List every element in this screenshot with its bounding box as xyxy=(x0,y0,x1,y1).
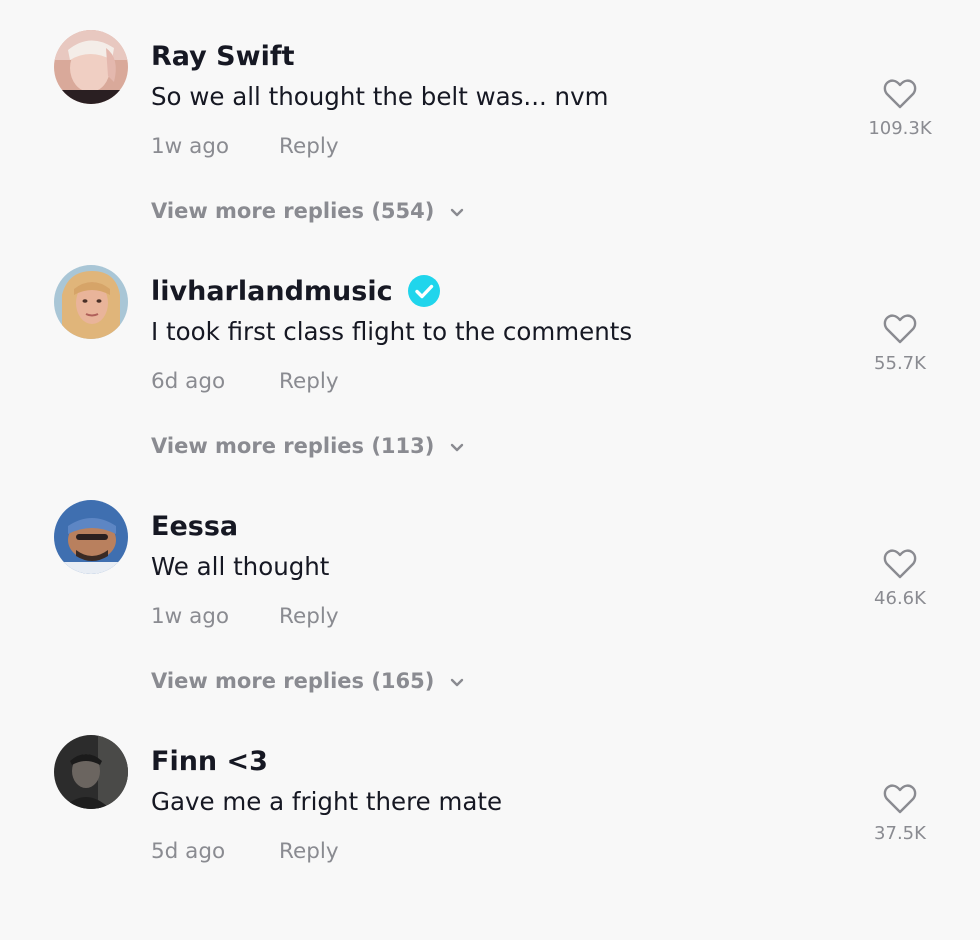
comment-meta: 6d ago Reply xyxy=(151,369,339,394)
username-row: Ray Swift xyxy=(151,38,294,74)
comment-text: So we all thought the belt was... nvm xyxy=(151,82,609,111)
comment-meta: 5d ago Reply xyxy=(151,839,339,864)
verified-badge-icon xyxy=(407,274,441,308)
comment-time: 1w ago xyxy=(151,134,230,159)
like-count: 109.3K xyxy=(868,118,932,139)
heart-outline-icon[interactable] xyxy=(882,311,918,347)
view-more-replies-button[interactable]: View more replies (554) xyxy=(151,199,466,223)
view-more-replies-label: View more replies (554) xyxy=(151,199,435,223)
heart-outline-icon[interactable] xyxy=(882,781,918,817)
avatar[interactable] xyxy=(54,30,128,104)
comment-time: 1w ago xyxy=(151,604,230,629)
username-row: Eessa xyxy=(151,508,238,544)
avatar[interactable] xyxy=(54,265,128,339)
view-more-replies-label: View more replies (165) xyxy=(151,669,435,693)
username[interactable]: livharlandmusic xyxy=(151,276,393,307)
like-section: 37.5K xyxy=(860,781,940,844)
like-count: 55.7K xyxy=(874,353,926,374)
comment-item: Eessa We all thought 1w ago Reply View m… xyxy=(0,470,980,705)
comment-time: 5d ago xyxy=(151,839,226,864)
comment-item: Finn <3 Gave me a fright there mate 5d a… xyxy=(0,705,980,940)
comment-text: We all thought xyxy=(151,552,330,581)
comment-meta: 1w ago Reply xyxy=(151,134,339,159)
comment-text: I took first class flight to the comment… xyxy=(151,317,633,346)
heart-outline-icon[interactable] xyxy=(882,546,918,582)
view-more-replies-label: View more replies (113) xyxy=(151,434,435,458)
heart-outline-icon[interactable] xyxy=(882,76,918,112)
chevron-down-icon xyxy=(448,672,466,690)
avatar[interactable] xyxy=(54,500,128,574)
username-row: Finn <3 xyxy=(151,743,268,779)
like-section: 46.6K xyxy=(860,546,940,609)
reply-button[interactable]: Reply xyxy=(279,134,339,159)
view-more-replies-button[interactable]: View more replies (113) xyxy=(151,434,466,458)
comment-time: 6d ago xyxy=(151,369,226,394)
reply-button[interactable]: Reply xyxy=(279,604,339,629)
like-section: 109.3K xyxy=(860,76,940,139)
comment-text: Gave me a fright there mate xyxy=(151,787,503,816)
view-more-replies-button[interactable]: View more replies (165) xyxy=(151,669,466,693)
comment-item: livharlandmusic I took first class fligh… xyxy=(0,235,980,470)
avatar[interactable] xyxy=(54,735,128,809)
chevron-down-icon xyxy=(448,437,466,455)
like-count: 37.5K xyxy=(874,823,926,844)
like-count: 46.6K xyxy=(874,588,926,609)
username[interactable]: Finn <3 xyxy=(151,746,268,777)
comment-item: Ray Swift So we all thought the belt was… xyxy=(0,0,980,235)
like-section: 55.7K xyxy=(860,311,940,374)
chevron-down-icon xyxy=(448,202,466,220)
username[interactable]: Eessa xyxy=(151,511,238,542)
username[interactable]: Ray Swift xyxy=(151,41,294,72)
reply-button[interactable]: Reply xyxy=(279,839,339,864)
comment-meta: 1w ago Reply xyxy=(151,604,339,629)
username-row: livharlandmusic xyxy=(151,273,441,309)
reply-button[interactable]: Reply xyxy=(279,369,339,394)
